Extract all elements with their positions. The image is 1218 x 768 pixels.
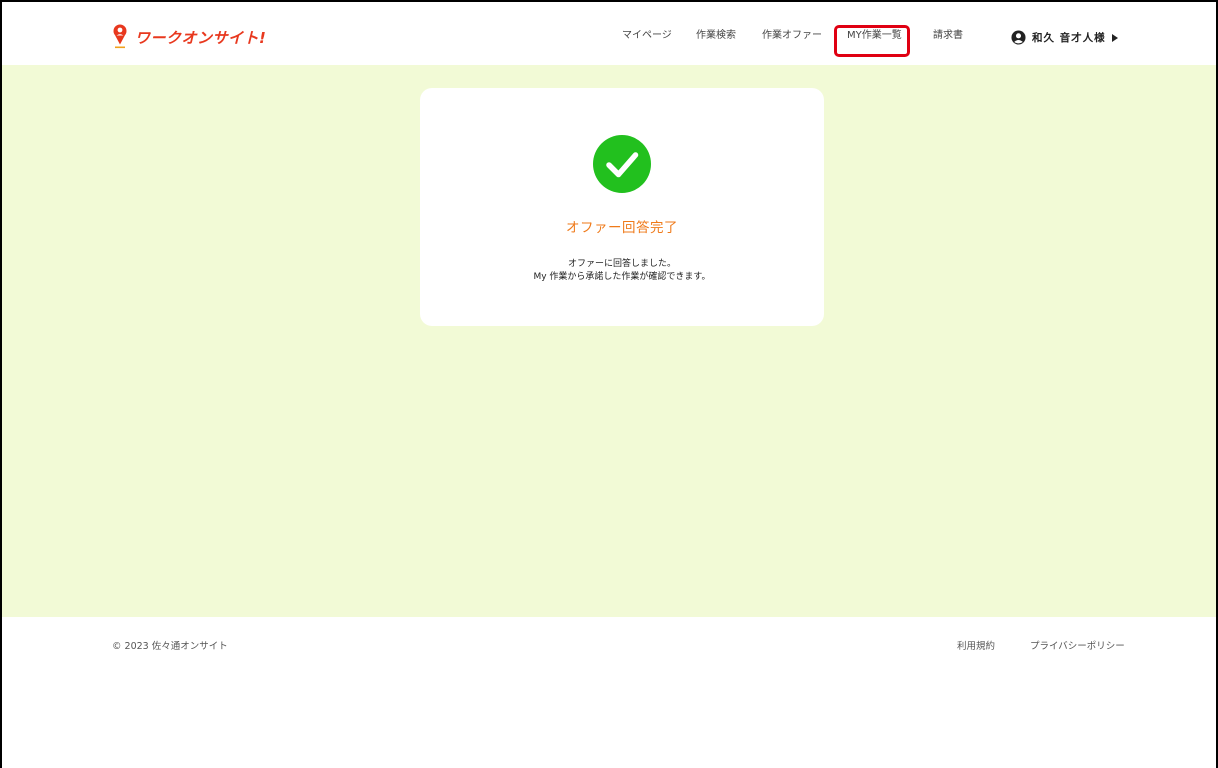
site-header: ワークオンサイト! マイページ 作業検索 作業オファー MY作業一覧 請求書 和…: [2, 2, 1216, 65]
completion-message-line-1: オファーに回答しました。: [567, 259, 676, 269]
user-name: 和久 音才人様: [1032, 32, 1106, 44]
user-menu[interactable]: 和久 音才人様: [1011, 30, 1118, 45]
caret-right-icon: [1111, 33, 1118, 42]
footer-link-terms[interactable]: 利用規約: [957, 638, 995, 652]
site-footer: © 2023 佐々通オンサイト 利用規約 プライバシーポリシー: [2, 617, 1216, 767]
user-circle-icon: [1011, 30, 1026, 45]
nav-highlight-box: [834, 25, 910, 57]
completion-message-line-2: My 作業から承諾した作業が確認できます。: [533, 272, 711, 282]
footer-link-privacy[interactable]: プライバシーポリシー: [1030, 638, 1125, 652]
nav-item-mypage[interactable]: マイページ: [622, 26, 672, 46]
check-circle-icon: [593, 135, 651, 193]
completion-card: オファー回答完了 オファーに回答しました。 My 作業から承諾した作業が確認でき…: [420, 88, 824, 326]
completion-title: オファー回答完了: [566, 220, 678, 236]
completion-message: オファーに回答しました。 My 作業から承諾した作業が確認できます。: [420, 258, 824, 284]
nav-item-job-search[interactable]: 作業検索: [696, 26, 736, 46]
nav-item-invoices[interactable]: 請求書: [933, 26, 963, 46]
page: ワークオンサイト! マイページ 作業検索 作業オファー MY作業一覧 請求書 和…: [0, 0, 1218, 768]
nav-item-job-offers[interactable]: 作業オファー: [762, 26, 822, 46]
copyright: © 2023 佐々通オンサイト: [112, 641, 228, 652]
main-content: オファー回答完了 オファーに回答しました。 My 作業から承諾した作業が確認でき…: [2, 65, 1216, 617]
